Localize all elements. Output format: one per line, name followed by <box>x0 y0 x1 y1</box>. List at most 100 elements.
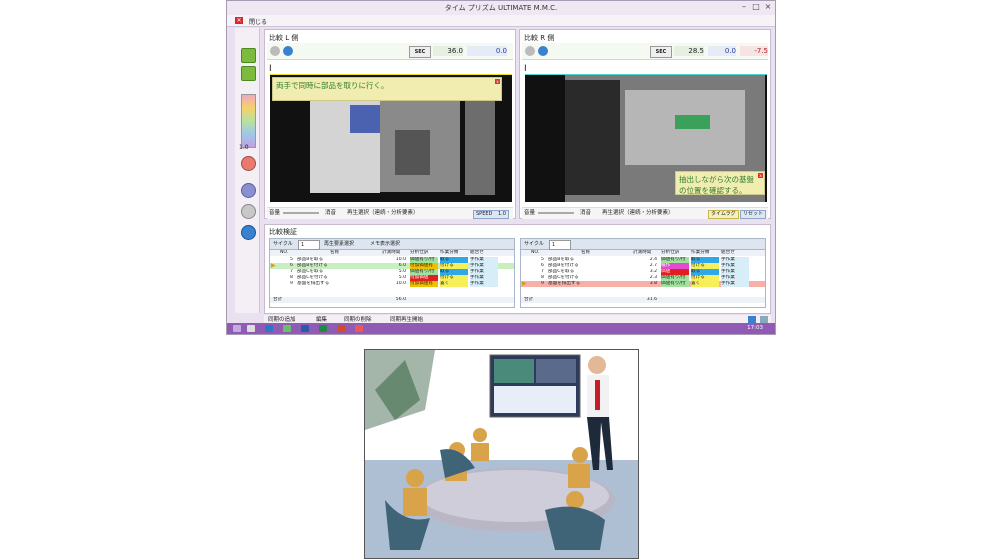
left-playback-select[interactable]: 再生選択（連続・分析要素） <box>347 208 419 219</box>
timeprism-icon[interactable] <box>355 325 363 332</box>
col-name: 名称 <box>330 250 340 255</box>
left-caption-close-icon[interactable]: x <box>495 79 500 84</box>
record-icon[interactable] <box>241 156 256 171</box>
total-label: 合計 <box>273 297 283 302</box>
right-volume-slider[interactable] <box>538 212 574 214</box>
import-icon[interactable] <box>241 66 256 81</box>
row-combo: 手作業 <box>721 281 749 287</box>
right-delta-value: -7.5 <box>740 46 768 56</box>
right-cycle-select[interactable]: 1 <box>549 240 571 250</box>
left-cycle-label: サイクル <box>273 241 293 247</box>
maximize-icon[interactable]: □ <box>751 2 761 12</box>
col-combo: 組合せ <box>721 250 735 255</box>
total-value: 56.0 <box>395 297 406 302</box>
left-total-row: 合計 56.0 <box>270 297 514 303</box>
row-combo: 手作業 <box>470 281 498 287</box>
machine-rack <box>465 95 495 195</box>
row-time: 3.8 <box>649 281 657 286</box>
left-caption-text: 両手で同時に部品を取りに行く。 <box>276 81 389 90</box>
speed-label: SPEED <box>476 211 493 217</box>
color-scale-bar[interactable] <box>241 94 256 148</box>
excel-icon[interactable] <box>319 325 327 332</box>
right-play-icon[interactable] <box>538 46 548 56</box>
left-diff-value: 0.0 <box>467 46 507 56</box>
right-rewind-icon[interactable] <box>525 46 535 56</box>
left-mute-button[interactable]: 消音 <box>325 208 336 219</box>
right-caption[interactable]: 抽出しながら次の基盤の位置を確認する。 x <box>675 171 765 195</box>
taskbar: 17:03 <box>227 323 775 334</box>
current-row-arrow-icon: ▶ <box>522 280 527 287</box>
memo-button[interactable]: メモ表示選択 <box>370 239 400 249</box>
left-play-icon[interactable] <box>283 46 293 56</box>
close-icon[interactable]: ✕ <box>235 17 243 24</box>
close-menu-item[interactable]: 閉じる <box>249 17 267 26</box>
left-cursor-marker[interactable]: I <box>269 64 272 74</box>
outlook-icon[interactable] <box>265 325 273 332</box>
play-icon[interactable] <box>241 225 256 240</box>
row-time: 10.0 <box>395 281 406 286</box>
app-icon[interactable] <box>283 325 291 332</box>
skip-back-icon[interactable] <box>241 183 256 198</box>
title-bar: タイム プリズム ULTIMATE M.M.C. – □ × <box>227 1 775 15</box>
layout-icon[interactable] <box>748 316 756 323</box>
compare-left-panel: 比較 L 側 SEC 36.0 0.0 I 両手で同時に部品を取りに行く。 x … <box>264 29 516 219</box>
left-cycle-select[interactable]: 1 <box>298 240 320 250</box>
col-analysis: 分析仕訳 <box>410 250 429 255</box>
word-icon[interactable] <box>301 325 309 332</box>
right-mute-button[interactable]: 消音 <box>580 208 591 219</box>
left-speed-button[interactable]: SPEED 1.0 <box>473 210 509 219</box>
left-sec-button[interactable]: SEC <box>409 46 431 58</box>
left-time-value: 36.0 <box>433 46 463 56</box>
explorer-icon[interactable] <box>247 325 255 332</box>
row-analysis: 付加価値有 <box>410 281 438 287</box>
row-analysis: 価値有り/付 <box>661 281 689 287</box>
left-header-row: NO. 名称 計測時間 分析仕訳 作業分類 組合せ <box>270 250 514 256</box>
row-no: 9 <box>541 281 544 286</box>
right-video[interactable]: 抽出しながら次の基盤の位置を確認する。 x <box>525 75 767 202</box>
window-close-icon[interactable]: × <box>763 2 773 12</box>
col-no: NO. <box>280 250 289 255</box>
compare-header: 比較検証 <box>269 228 297 236</box>
clock: 17:03 <box>747 325 763 331</box>
compare-verify-panel: 比較検証 サイクル 1 再生要素選択 メモ表示選択 NO. 名称 計測時間 分析… <box>264 224 771 314</box>
powerpoint-icon[interactable] <box>337 325 345 332</box>
left-volume-label: 音量 <box>269 210 281 216</box>
start-icon[interactable] <box>233 325 241 332</box>
right-playback-select[interactable]: 再生選択（連続・分析要素） <box>602 208 674 219</box>
speed-value: 1.0 <box>497 211 506 217</box>
right-sec-button[interactable]: SEC <box>650 46 672 58</box>
right-time-value: 28.5 <box>674 46 704 56</box>
stop-icon[interactable] <box>241 204 256 219</box>
right-caption-text: 抽出しながら次の基盤の位置を確認する。 <box>679 175 754 195</box>
left-caption[interactable]: 両手で同時に部品を取りに行く。 x <box>272 77 502 101</box>
row-name: 基盤を排出する <box>297 281 330 286</box>
row-no: 9 <box>290 281 293 286</box>
row-name: 基盤を排出する <box>548 281 581 286</box>
left-bottom-bar: 音量 消音 再生選択（連続・分析要素） SPEED 1.0 <box>267 207 513 219</box>
export-icon[interactable] <box>241 48 256 63</box>
machine-tray <box>395 130 430 175</box>
minimize-icon[interactable]: – <box>739 2 749 12</box>
left-table: サイクル 1 再生要素選択 メモ表示選択 NO. 名称 計測時間 分析仕訳 作業… <box>269 238 515 308</box>
settings-icon[interactable] <box>760 316 768 323</box>
left-volume-slider[interactable] <box>283 212 319 214</box>
right-caption-close-icon[interactable]: x <box>758 173 763 178</box>
left-toolbar: 1.0 <box>235 28 260 313</box>
worker-silhouette <box>565 80 620 195</box>
table-row[interactable]: ▶ 9 基盤を排出する 3.8 価値有り/付 置く 手作業 <box>521 281 765 287</box>
left-panel-header: 比較 L 側 <box>269 34 299 42</box>
total-label: 合計 <box>524 297 534 302</box>
reset-button[interactable]: リセット <box>740 210 767 219</box>
right-header-row: NO. 名称 計測時間 分析仕訳 作業分類 組合せ <box>521 250 765 256</box>
right-cursor-marker[interactable]: I <box>524 64 527 74</box>
total-value: 31.6 <box>646 297 657 302</box>
right-total-row: 合計 31.6 <box>521 297 765 303</box>
left-rewind-icon[interactable] <box>270 46 280 56</box>
left-video[interactable]: 両手で同時に部品を取りに行く。 x <box>270 75 512 202</box>
circuit-board <box>675 115 710 129</box>
table-row[interactable]: 9 基盤を排出する 10.0 付加価値有 置く 手作業 <box>270 281 514 287</box>
timelag-button[interactable]: タイムラグ <box>708 210 739 219</box>
col-combo: 組合せ <box>470 250 484 255</box>
left-controls: SEC 36.0 0.0 <box>267 43 513 60</box>
play-elements-button[interactable]: 再生要素選択 <box>324 239 354 249</box>
